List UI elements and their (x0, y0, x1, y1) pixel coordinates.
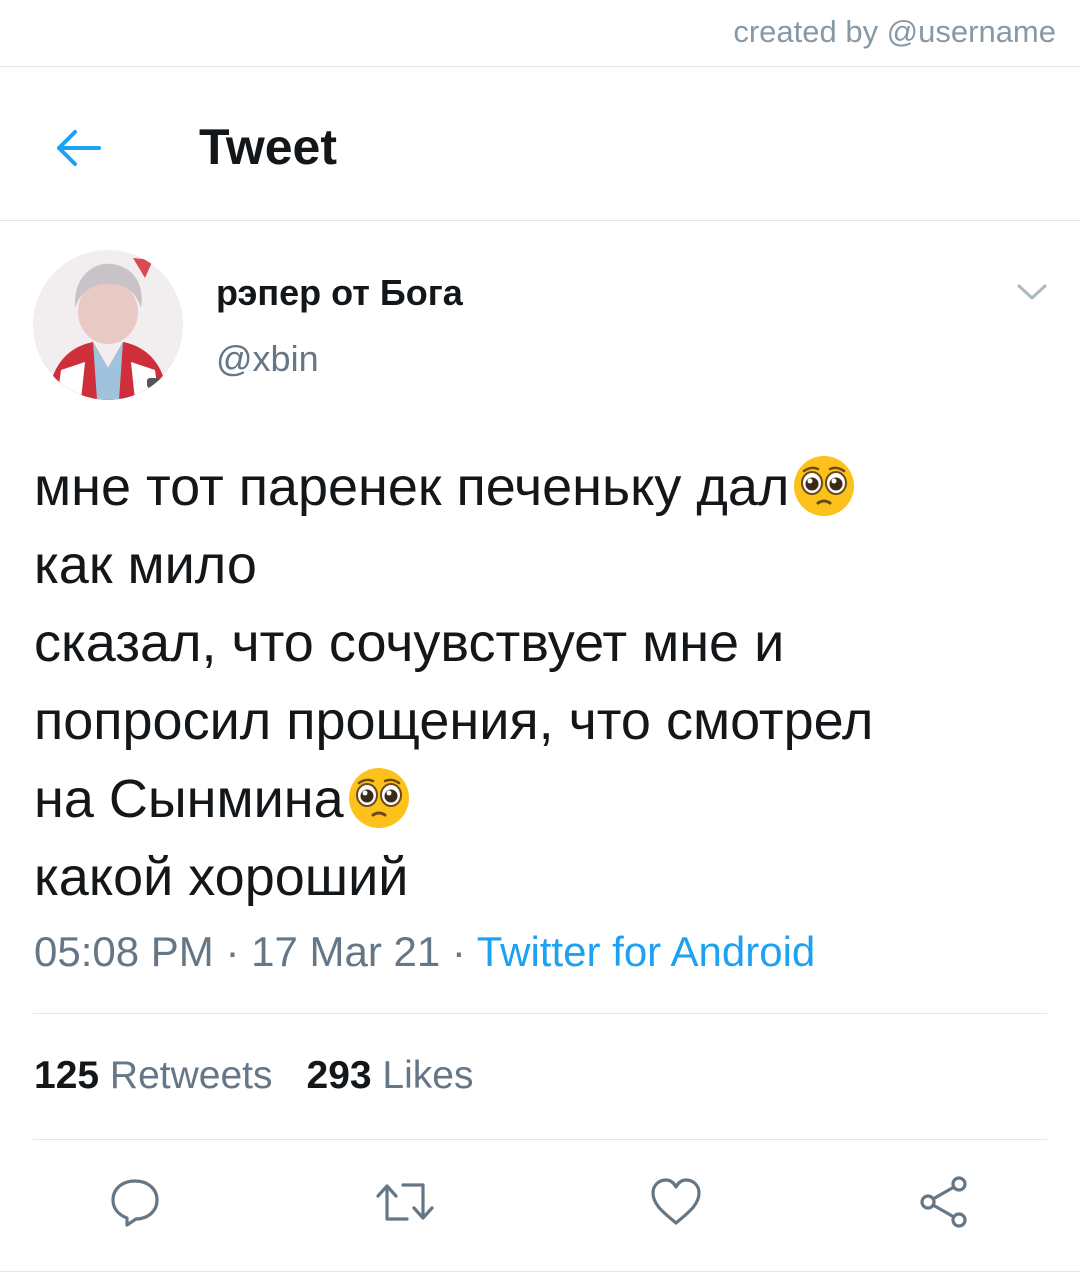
tweet-menu-button[interactable] (1012, 276, 1052, 308)
divider (33, 1013, 1047, 1014)
tweet-line: мне тот паренек печеньку дал (34, 448, 1044, 526)
retweet-button[interactable] (373, 1170, 437, 1234)
chevron-down-icon (1017, 284, 1047, 300)
share-icon (920, 1176, 967, 1228)
divider (0, 220, 1080, 221)
retweets-count: 125 (34, 1054, 100, 1097)
page-title: Tweet (199, 119, 337, 175)
divider (33, 1139, 1047, 1140)
author-display-name[interactable]: рэпер от Бога (216, 272, 463, 314)
like-button[interactable] (644, 1170, 708, 1234)
tweet-line: попросил прощения, что смотрел (34, 691, 874, 751)
author-handle[interactable]: @xbin (216, 338, 319, 380)
tweet-time: 05:08 PM (34, 928, 214, 975)
reply-button[interactable] (103, 1170, 167, 1234)
divider (0, 1271, 1080, 1272)
retweets-label: Retweets (109, 1054, 273, 1097)
divider (0, 66, 1080, 67)
watermark-credit: created by @username (733, 14, 1056, 49)
tweet-date: 17 Mar 21 (251, 928, 441, 975)
arrow-left-icon (57, 130, 101, 166)
tweet-source-link[interactable]: Twitter for Android (477, 928, 815, 975)
tweet-line: какой хороший (34, 847, 409, 907)
pleading-face-emoji (794, 456, 855, 516)
tweet-text: мне тот паренек печеньку дал как мило ск… (34, 448, 1044, 916)
retweet-icon (376, 1183, 434, 1221)
meta-separator: · (213, 928, 252, 975)
pleading-face-emoji (348, 768, 409, 828)
user-avatar-photo (33, 250, 183, 400)
retweets-stat[interactable]: 125 Retweets (34, 1054, 273, 1097)
like-icon (651, 1178, 701, 1225)
likes-count: 293 (306, 1054, 372, 1097)
avatar[interactable] (33, 250, 183, 400)
meta-separator: · (440, 928, 477, 975)
back-button[interactable] (50, 120, 106, 176)
likes-label: Likes (382, 1054, 474, 1097)
tweet-line: на Сынмина (34, 760, 1044, 838)
tweet-line: как мило (34, 535, 257, 595)
tweet-stats: 125 Retweets 293 Likes (34, 1054, 473, 1098)
tweet-line: сказал, что сочувствует мне и (34, 613, 785, 673)
share-button[interactable] (912, 1170, 976, 1234)
tweet-meta: 05:08 PM · 17 Mar 21 · Twitter for Andro… (34, 928, 815, 976)
likes-stat[interactable]: 293 Likes (307, 1054, 474, 1097)
reply-icon (111, 1179, 159, 1227)
